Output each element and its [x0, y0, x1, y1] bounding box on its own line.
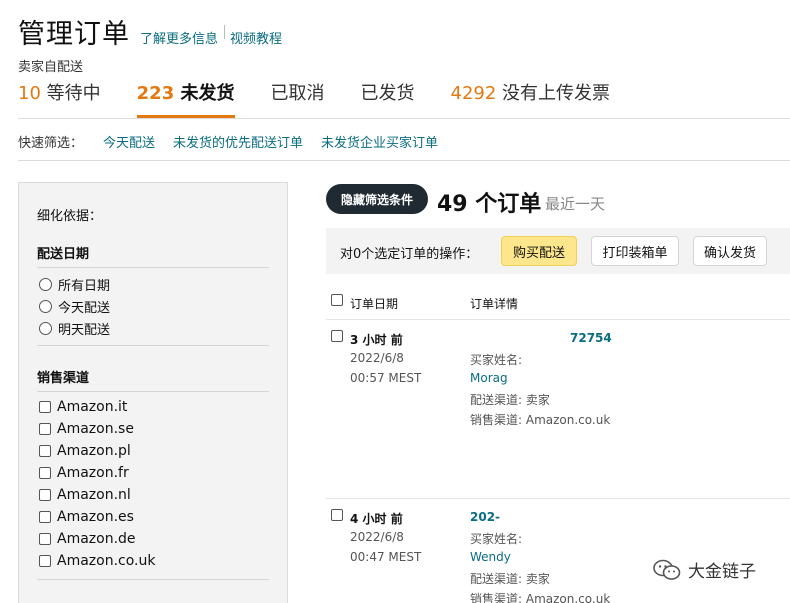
order-range: 最近一天	[545, 195, 606, 213]
ship-date-title: 配送日期	[37, 247, 90, 262]
buy-shipping-button[interactable]: 购买配送	[501, 236, 577, 266]
order-count: 49 个订单	[437, 192, 542, 217]
channel-option-couk[interactable]: Amazon.co.uk	[39, 553, 155, 569]
wechat-icon	[653, 559, 681, 580]
order-age: 4 小时 前	[350, 512, 403, 526]
row-checkbox[interactable]	[331, 330, 343, 342]
confirm-shipment-button[interactable]: 确认发货	[693, 236, 767, 266]
page-subtitle: 卖家自配送	[18, 60, 84, 75]
quick-filter-priority-unshipped[interactable]: 未发货的优先配送订单	[173, 132, 303, 151]
sales-channel-title: 销售渠道	[37, 371, 90, 386]
hide-filters-button[interactable]: 隐藏筛选条件	[326, 184, 428, 214]
bulk-action-label: 对0个选定订单的操作：	[340, 247, 479, 262]
checkbox-icon[interactable]	[39, 533, 51, 545]
channel-option-es[interactable]: Amazon.es	[39, 509, 134, 525]
checkbox-icon[interactable]	[39, 401, 51, 413]
ship-date-option-all[interactable]: 所有日期	[39, 275, 110, 294]
video-tutorial-link[interactable]: 视频教程	[230, 28, 282, 47]
tab-pending[interactable]: 10 等待中	[18, 80, 101, 118]
order-date: 2022/6/8	[350, 530, 404, 544]
buyer-name[interactable]: Wendy	[470, 550, 511, 564]
quick-filter-divider	[18, 160, 790, 161]
checkbox-icon[interactable]	[39, 511, 51, 523]
order-time: 00:47 MEST	[350, 550, 422, 564]
checkbox-icon[interactable]	[39, 467, 51, 479]
table-row: 3 小时 前 2022/6/8 00:57 MEST 72754 买家姓名: M…	[326, 321, 790, 499]
order-age: 3 小时 前	[350, 333, 403, 347]
quick-filter-label: 快速筛选：	[18, 136, 84, 151]
fulfilment-channel: 配送渠道: 卖家	[470, 572, 550, 586]
select-all-checkbox[interactable]	[331, 294, 343, 306]
order-id-link[interactable]: 202-	[470, 510, 500, 524]
checkbox-icon[interactable]	[39, 489, 51, 501]
checkbox-icon[interactable]	[39, 445, 51, 457]
row-checkbox[interactable]	[331, 509, 343, 521]
watermark: 大金链子	[652, 557, 756, 582]
channel-option-de[interactable]: Amazon.de	[39, 531, 136, 547]
section-rule	[37, 579, 269, 580]
quick-filter-bar: 快速筛选： 今天配送 未发货的优先配送订单 未发货企业买家订单	[18, 132, 456, 151]
table-row: 4 小时 前 2022/6/8 00:47 MEST 202- 买家姓名: We…	[326, 500, 790, 603]
column-order-details: 订单详情	[470, 297, 519, 311]
order-list-header: 订单日期 订单详情	[326, 284, 790, 320]
order-time: 00:57 MEST	[350, 371, 422, 385]
tab-no-invoice[interactable]: 4292 没有上传发票	[451, 80, 611, 118]
radio-icon[interactable]	[39, 322, 52, 335]
channel-option-fr[interactable]: Amazon.fr	[39, 465, 129, 481]
quick-filter-business-unshipped[interactable]: 未发货企业买家订单	[321, 132, 438, 151]
tab-unshipped[interactable]: 223 未发货	[136, 80, 235, 118]
buyer-name[interactable]: Morag	[470, 371, 508, 385]
refine-sidebar: 细化依据： 配送日期 所有日期 今天配送 明天配送 销售渠道 Amazon.it…	[18, 182, 288, 603]
print-packing-slip-button[interactable]: 打印装箱单	[591, 236, 679, 266]
refine-heading: 细化依据：	[37, 209, 103, 224]
ship-date-option-today[interactable]: 今天配送	[39, 297, 110, 316]
order-date: 2022/6/8	[350, 351, 404, 365]
column-order-date[interactable]: 订单日期	[350, 295, 398, 312]
bulk-action-bar: 对0个选定订单的操作： 购买配送 打印装箱单 确认发货	[326, 228, 790, 274]
channel-option-se[interactable]: Amazon.se	[39, 421, 134, 437]
page-header: 管理订单 了解更多信息 视频教程	[18, 12, 282, 51]
buyer-name-label: 买家姓名:	[470, 353, 523, 367]
quick-filter-ship-today[interactable]: 今天配送	[103, 132, 155, 151]
fulfilment-channel: 配送渠道: 卖家	[470, 393, 550, 407]
ship-date-option-tomorrow[interactable]: 明天配送	[39, 319, 110, 338]
section-rule	[37, 345, 269, 346]
checkbox-icon[interactable]	[39, 423, 51, 435]
checkbox-icon[interactable]	[39, 555, 51, 567]
learn-more-link[interactable]: 了解更多信息	[140, 28, 218, 47]
order-id-link[interactable]: 72754	[570, 331, 612, 345]
radio-icon[interactable]	[39, 278, 52, 291]
sales-channel: 销售渠道: Amazon.co.uk	[470, 592, 611, 603]
order-status-tabs: 10 等待中 223 未发货 已取消 已发货 4292 没有上传发票	[18, 80, 646, 120]
watermark-text: 大金链子	[688, 562, 756, 582]
radio-icon[interactable]	[39, 300, 52, 313]
sales-channel: 销售渠道: Amazon.co.uk	[470, 413, 611, 427]
channel-option-it[interactable]: Amazon.it	[39, 399, 127, 415]
page-title: 管理订单	[18, 19, 130, 50]
channel-option-pl[interactable]: Amazon.pl	[39, 443, 131, 459]
title-divider	[224, 24, 226, 39]
buyer-name-label: 买家姓名:	[470, 532, 523, 546]
ship-date-rule	[37, 267, 269, 268]
tab-cancelled[interactable]: 已取消	[271, 80, 325, 118]
sales-channel-rule	[37, 391, 269, 392]
channel-option-nl[interactable]: Amazon.nl	[39, 487, 131, 503]
tabs-divider	[18, 118, 790, 119]
tab-shipped[interactable]: 已发货	[361, 80, 415, 118]
